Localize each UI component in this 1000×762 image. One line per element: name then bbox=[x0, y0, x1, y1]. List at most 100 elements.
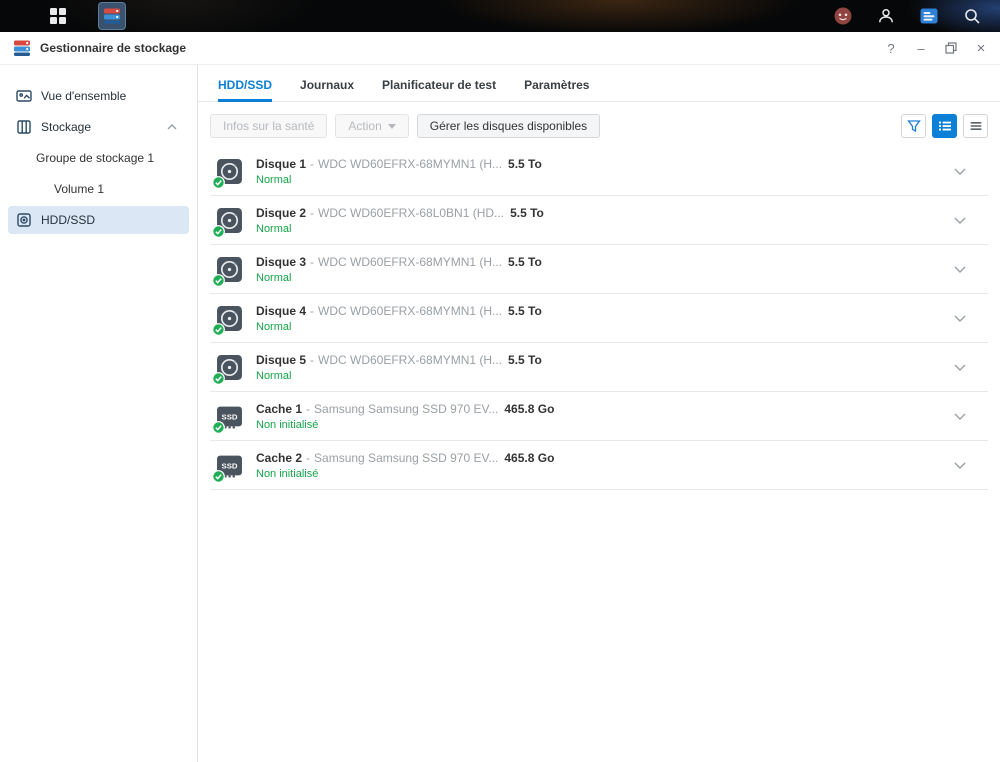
disk-status: Non initialisé bbox=[256, 468, 954, 480]
drive-icon: SSD bbox=[216, 158, 243, 185]
storage-manager-app-icon[interactable] bbox=[98, 2, 126, 30]
toolbar: Infos sur la santé Action Gérer les disq… bbox=[198, 102, 1000, 147]
chevron-down-icon[interactable] bbox=[954, 315, 966, 322]
filter-icon[interactable] bbox=[901, 114, 926, 138]
action-button-label: Action bbox=[348, 119, 381, 133]
taskbar-left bbox=[0, 2, 126, 30]
disk-separator: - bbox=[310, 304, 314, 318]
tab-journaux[interactable]: Journaux bbox=[300, 65, 354, 102]
sidebar-item-label: Vue d'ensemble bbox=[41, 89, 181, 103]
disk-name: Disque 2 bbox=[256, 206, 306, 220]
chevron-down-icon[interactable] bbox=[954, 413, 966, 420]
storage-manager-window: Gestionnaire de stockage ? – × Vue d'ens… bbox=[0, 32, 1000, 762]
disk-size: 5.5 To bbox=[508, 255, 542, 269]
chat-icon[interactable] bbox=[829, 2, 857, 30]
status-ok-badge-icon bbox=[212, 176, 225, 189]
status-ok-badge-icon bbox=[212, 372, 225, 385]
disk-status: Normal bbox=[256, 272, 954, 284]
caret-down-icon bbox=[388, 124, 396, 129]
tab-planificateur[interactable]: Planificateur de test bbox=[382, 65, 496, 102]
disk-separator: - bbox=[310, 157, 314, 171]
disk-row[interactable]: SSD Cache 2 - Samsung Samsung SSD 970 EV… bbox=[210, 441, 988, 490]
apps-grid-icon[interactable] bbox=[44, 2, 72, 30]
storage-manager-window-icon bbox=[12, 38, 32, 58]
disk-separator: - bbox=[310, 206, 314, 220]
hdd-icon bbox=[16, 212, 32, 228]
storage-icon bbox=[16, 119, 32, 135]
maximize-icon[interactable] bbox=[944, 41, 958, 55]
menu-view-icon[interactable] bbox=[963, 114, 988, 138]
manage-available-disks-button[interactable]: Gérer les disques disponibles bbox=[417, 114, 600, 138]
disk-status: Normal bbox=[256, 174, 954, 186]
drive-icon: SSD bbox=[216, 207, 243, 234]
disk-row[interactable]: SSD Cache 1 - Samsung Samsung SSD 970 EV… bbox=[210, 392, 988, 441]
status-ok-badge-icon bbox=[212, 274, 225, 287]
action-button[interactable]: Action bbox=[335, 114, 408, 138]
main-panel: HDD/SSD Journaux Planificateur de test P… bbox=[198, 65, 1000, 762]
status-ok-badge-icon bbox=[212, 225, 225, 238]
disk-separator: - bbox=[306, 451, 310, 465]
disk-separator: - bbox=[310, 353, 314, 367]
sidebar-item-hdd-ssd[interactable]: HDD/SSD bbox=[8, 206, 189, 234]
overview-icon bbox=[16, 88, 32, 104]
disk-size: 5.5 To bbox=[508, 304, 542, 318]
disk-model: WDC WD60EFRX-68MYMN1 (H... bbox=[318, 255, 502, 269]
tab-bar: HDD/SSD Journaux Planificateur de test P… bbox=[198, 65, 1000, 102]
disk-row[interactable]: SSD Disque 2 - WDC WD60EFRX-68L0BN1 (HD.… bbox=[210, 196, 988, 245]
drive-icon: SSD bbox=[216, 403, 243, 430]
list-view-icon[interactable] bbox=[932, 114, 957, 138]
disk-row[interactable]: SSD Disque 4 - WDC WD60EFRX-68MYMN1 (H..… bbox=[210, 294, 988, 343]
widgets-icon[interactable] bbox=[915, 2, 943, 30]
sidebar-item-storage-pool-1[interactable]: Groupe de stockage 1 bbox=[8, 144, 189, 172]
sidebar-item-volume-1[interactable]: Volume 1 bbox=[8, 175, 189, 203]
disk-info: Disque 2 - WDC WD60EFRX-68L0BN1 (HD... 5… bbox=[256, 206, 954, 235]
status-ok-badge-icon bbox=[212, 421, 225, 434]
disk-model: WDC WD60EFRX-68MYMN1 (H... bbox=[318, 353, 502, 367]
health-info-button[interactable]: Infos sur la santé bbox=[210, 114, 327, 138]
chevron-down-icon[interactable] bbox=[954, 364, 966, 371]
tab-hdd-ssd[interactable]: HDD/SSD bbox=[218, 65, 272, 102]
search-icon[interactable] bbox=[958, 2, 986, 30]
disk-name: Cache 2 bbox=[256, 451, 302, 465]
help-icon[interactable]: ? bbox=[884, 41, 898, 55]
disk-info: Disque 5 - WDC WD60EFRX-68MYMN1 (H... 5.… bbox=[256, 353, 954, 382]
disk-size: 5.5 To bbox=[508, 353, 542, 367]
disk-name: Disque 3 bbox=[256, 255, 306, 269]
disk-row[interactable]: SSD Disque 5 - WDC WD60EFRX-68MYMN1 (H..… bbox=[210, 343, 988, 392]
disk-list: SSD Disque 1 - WDC WD60EFRX-68MYMN1 (H..… bbox=[198, 147, 1000, 762]
sidebar-item-label: Groupe de stockage 1 bbox=[36, 151, 181, 165]
disk-info: Disque 3 - WDC WD60EFRX-68MYMN1 (H... 5.… bbox=[256, 255, 954, 284]
disk-name: Disque 1 bbox=[256, 157, 306, 171]
disk-info: Cache 2 - Samsung Samsung SSD 970 EV... … bbox=[256, 451, 954, 480]
disk-model: Samsung Samsung SSD 970 EV... bbox=[314, 451, 498, 465]
tab-parametres[interactable]: Paramètres bbox=[524, 65, 589, 102]
disk-info: Cache 1 - Samsung Samsung SSD 970 EV... … bbox=[256, 402, 954, 431]
minimize-icon[interactable]: – bbox=[914, 41, 928, 55]
disk-info: Disque 4 - WDC WD60EFRX-68MYMN1 (H... 5.… bbox=[256, 304, 954, 333]
sidebar-item-label: Stockage bbox=[41, 120, 167, 134]
close-icon[interactable]: × bbox=[974, 41, 988, 55]
disk-model: WDC WD60EFRX-68MYMN1 (H... bbox=[318, 304, 502, 318]
sidebar-item-storage[interactable]: Stockage bbox=[8, 113, 189, 141]
chevron-up-icon[interactable] bbox=[167, 124, 177, 130]
drive-icon: SSD bbox=[216, 452, 243, 479]
disk-separator: - bbox=[310, 255, 314, 269]
sidebar-item-overview[interactable]: Vue d'ensemble bbox=[8, 82, 189, 110]
chevron-down-icon[interactable] bbox=[954, 462, 966, 469]
chevron-down-icon[interactable] bbox=[954, 217, 966, 224]
disk-name: Disque 4 bbox=[256, 304, 306, 318]
chevron-down-icon[interactable] bbox=[954, 168, 966, 175]
disk-status: Normal bbox=[256, 321, 954, 333]
disk-model: Samsung Samsung SSD 970 EV... bbox=[314, 402, 498, 416]
user-icon[interactable] bbox=[872, 2, 900, 30]
disk-row[interactable]: SSD Disque 3 - WDC WD60EFRX-68MYMN1 (H..… bbox=[210, 245, 988, 294]
window-controls: ? – × bbox=[884, 41, 988, 55]
taskbar-right bbox=[829, 2, 1000, 30]
chevron-down-icon[interactable] bbox=[954, 266, 966, 273]
status-ok-badge-icon bbox=[212, 470, 225, 483]
disk-status: Normal bbox=[256, 223, 954, 235]
disk-size: 465.8 Go bbox=[504, 451, 554, 465]
sidebar: Vue d'ensemble Stockage Groupe de stocka… bbox=[0, 65, 198, 762]
disk-model: WDC WD60EFRX-68L0BN1 (HD... bbox=[318, 206, 504, 220]
disk-row[interactable]: SSD Disque 1 - WDC WD60EFRX-68MYMN1 (H..… bbox=[210, 147, 988, 196]
